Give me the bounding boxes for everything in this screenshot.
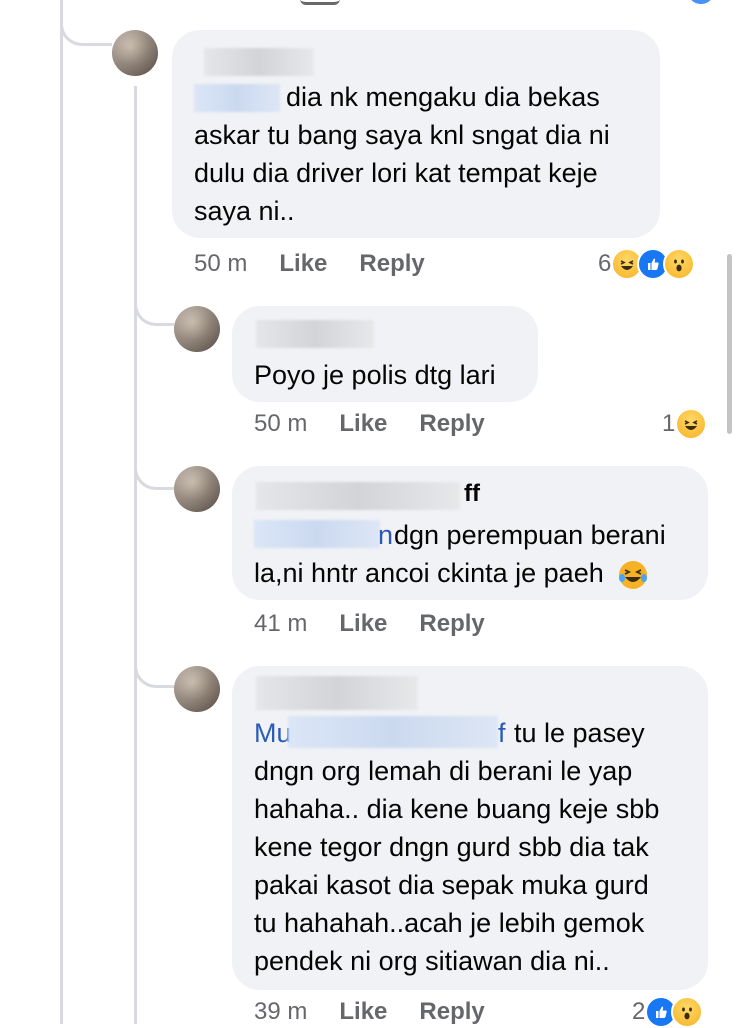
comment-meta: 50 m Like Reply xyxy=(194,250,425,278)
cut-off-icon xyxy=(690,0,712,4)
haha-icon xyxy=(675,408,708,440)
like-button[interactable]: Like xyxy=(339,410,387,438)
reply-button[interactable]: Reply xyxy=(419,998,484,1026)
comment-meta: 39 m Like Reply xyxy=(254,998,485,1026)
reaction-summary[interactable]: 6 xyxy=(598,248,696,280)
commenter-name-redacted[interactable] xyxy=(256,482,460,510)
mention-redacted[interactable] xyxy=(254,520,380,548)
commenter-name-suffix[interactable]: ff xyxy=(464,480,480,508)
comment-meta: 50 m Like Reply xyxy=(254,410,485,438)
comment-meta: 41 m Like Reply xyxy=(254,610,485,638)
comment-timestamp[interactable]: 50 m xyxy=(254,410,307,438)
reply-button[interactable]: Reply xyxy=(419,410,484,438)
reaction-count: 1 xyxy=(662,410,676,437)
commenter-name-redacted[interactable] xyxy=(204,48,314,76)
comment-text-line2-wrap: la,ni hntr ancoi ckinta je paeh xyxy=(254,554,649,592)
mention-prefix[interactable]: Mu xyxy=(254,714,292,752)
comment-text: Poyo je polis dtg lari xyxy=(254,360,496,390)
scrollbar[interactable] xyxy=(727,254,732,434)
thread-line-replies xyxy=(134,86,137,1024)
comment-timestamp[interactable]: 39 m xyxy=(254,998,307,1026)
commenter-name-redacted[interactable] xyxy=(256,676,418,710)
thread-connector-2 xyxy=(134,280,174,326)
avatar[interactable] xyxy=(174,306,220,352)
like-button[interactable]: Like xyxy=(339,998,387,1026)
comment-text-line2: la,ni hntr ancoi ckinta je paeh xyxy=(254,558,604,588)
reaction-summary[interactable]: 2 xyxy=(632,996,704,1028)
reaction-count: 2 xyxy=(632,998,646,1025)
laughing-tears-icon xyxy=(617,559,649,591)
mention-suffix[interactable]: n xyxy=(378,516,393,554)
reaction-summary[interactable]: 1 xyxy=(662,408,708,440)
comment-timestamp[interactable]: 50 m xyxy=(194,250,247,278)
avatar[interactable] xyxy=(112,30,158,76)
wow-icon xyxy=(671,996,704,1028)
commenter-name-redacted[interactable] xyxy=(256,320,374,348)
avatar[interactable] xyxy=(174,666,220,712)
avatar[interactable] xyxy=(174,466,220,512)
wow-icon xyxy=(663,248,696,280)
reply-button[interactable]: Reply xyxy=(359,250,424,278)
comment-text: dngn org lemah di berani le yap hahaha..… xyxy=(254,756,660,976)
comment-text: dia nk mengaku dia bekas askar tu bang s… xyxy=(194,82,610,226)
reaction-count: 6 xyxy=(598,250,612,277)
like-button[interactable]: Like xyxy=(339,610,387,638)
thread-connector-3 xyxy=(134,440,174,490)
comment-text-line1: tu le pasey xyxy=(514,718,645,748)
mention-redacted[interactable] xyxy=(288,716,498,748)
comment-timestamp[interactable]: 41 m xyxy=(254,610,307,638)
like-button[interactable]: Like xyxy=(279,250,327,278)
mention-suffix[interactable]: f xyxy=(498,714,506,752)
thread-line-outer xyxy=(60,0,63,1024)
thread-connector-4 xyxy=(134,640,174,688)
reply-button[interactable]: Reply xyxy=(419,610,484,638)
cut-off-text xyxy=(300,0,340,5)
thread-connector-1 xyxy=(60,0,112,46)
comment-text-line1: dgn perempuan berani xyxy=(394,520,666,550)
